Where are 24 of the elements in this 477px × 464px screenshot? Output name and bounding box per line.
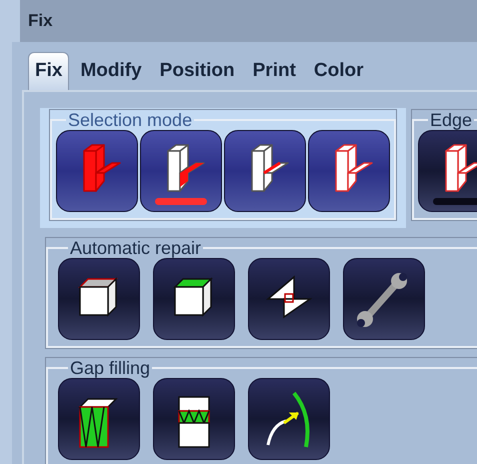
tool-button[interactable]: [58, 258, 140, 340]
tab[interactable]: Color: [306, 52, 371, 90]
tab[interactable]: Print: [246, 52, 303, 90]
group-title: Gap filling: [69, 358, 152, 378]
tool-button[interactable]: [418, 130, 477, 212]
tool-button[interactable]: [58, 378, 140, 460]
tool-button[interactable]: [248, 258, 330, 340]
group-title: Selection mode: [67, 110, 194, 130]
tool-button[interactable]: [308, 130, 390, 212]
tab[interactable]: Position: [152, 52, 242, 90]
tool-button[interactable]: [140, 130, 222, 212]
tool-button[interactable]: [153, 378, 235, 460]
selection-bar: [155, 198, 207, 205]
tool-button[interactable]: [153, 258, 235, 340]
group-title: Automatic repair: [69, 238, 202, 258]
tool-button[interactable]: [343, 258, 425, 340]
tab[interactable]: Fix: [28, 52, 70, 90]
window-title: Fix: [28, 10, 53, 32]
tool-button[interactable]: [248, 378, 330, 460]
tab[interactable]: Modify: [73, 52, 149, 90]
group-title: Edge: [429, 110, 474, 130]
tool-button[interactable]: [56, 130, 138, 212]
tool-button[interactable]: [224, 130, 306, 212]
selection-bar: [433, 198, 477, 205]
